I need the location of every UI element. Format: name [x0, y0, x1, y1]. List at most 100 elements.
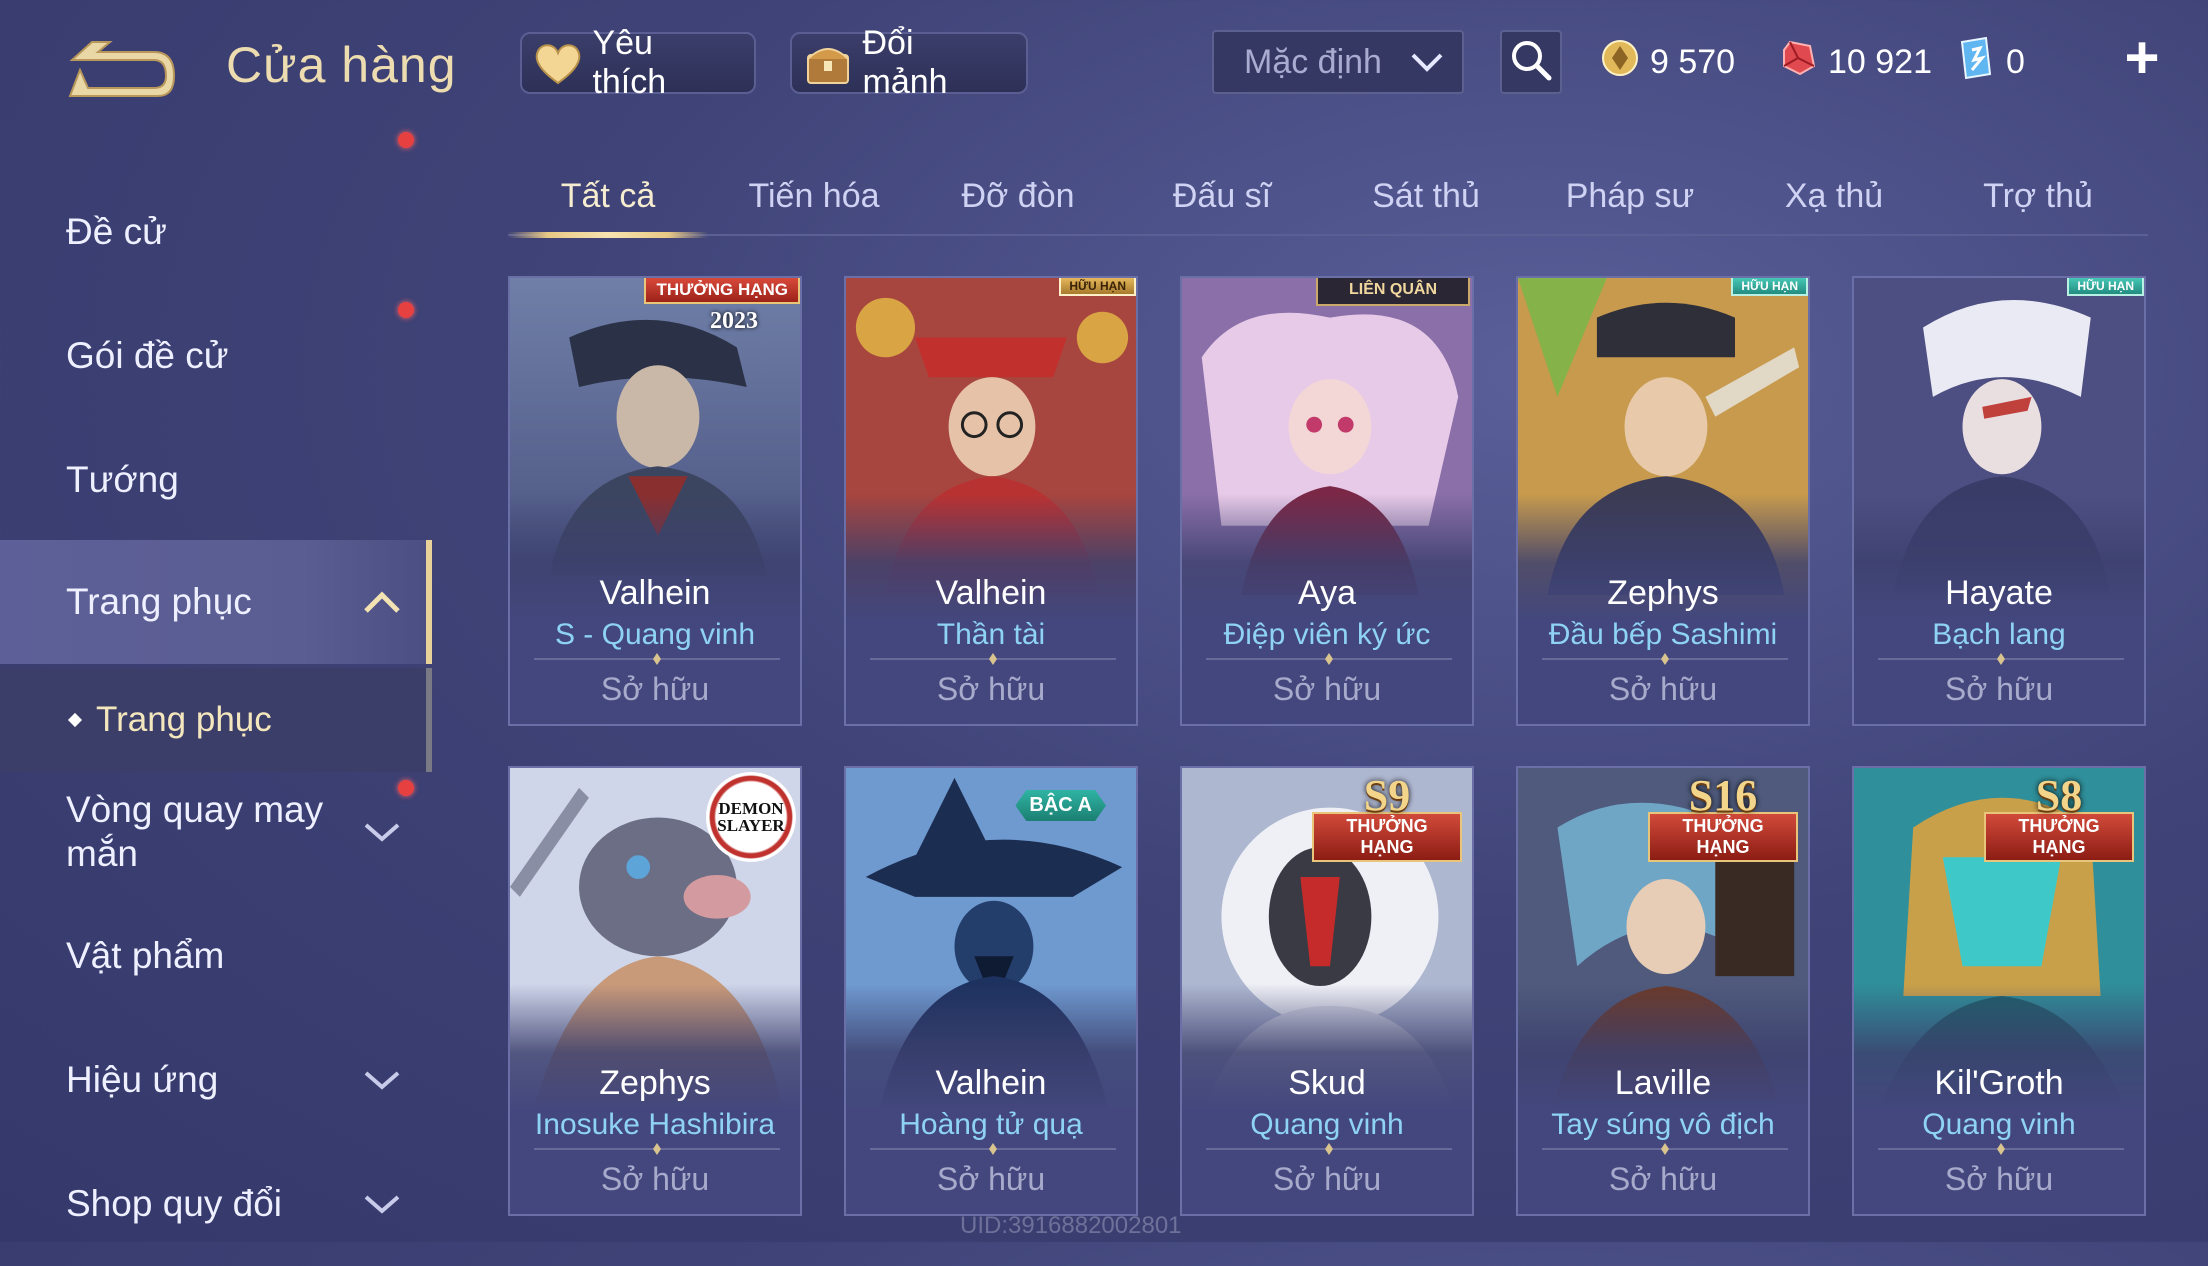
limited-badge: HỮU HẠN [2067, 278, 2144, 296]
voucher-currency: 0 [1956, 34, 2025, 90]
sidebar-item-items[interactable]: Vật phẩm [0, 894, 432, 1018]
tab-evolution[interactable]: Tiến hóa [714, 158, 914, 234]
hero-name: Skud [1288, 1064, 1366, 1102]
sidebar-item-skins[interactable]: Trang phục [0, 540, 432, 664]
owned-status: Sở hữu [600, 1161, 710, 1197]
chevron-up-icon [364, 591, 400, 613]
lien-quan-badge: LIÊN QUÂN [1316, 278, 1470, 306]
owned-status: Sở hữu [1608, 671, 1718, 707]
skin-name: S - Quang vinh [554, 618, 756, 651]
owned-status: Sở hữu [1944, 671, 2054, 707]
divider [1206, 653, 1452, 665]
favorite-label: Yêu thích [592, 24, 667, 101]
skin-card[interactable]: S9 THƯỞNG HẠNG Skud Quang vinh Sở hữu [1180, 766, 1474, 1216]
sidebar-subitem-skins[interactable]: Trang phục [0, 668, 432, 772]
sidebar-item-effects[interactable]: Hiệu ứng [0, 1018, 432, 1142]
hero-name: Zephys [1607, 574, 1719, 612]
hero-name: Laville [1614, 1064, 1712, 1102]
sidebar-item-exchange-shop[interactable]: Shop quy đổi [0, 1142, 432, 1266]
skin-name: Điệp viên ký ức [1223, 618, 1431, 651]
heart-icon [532, 36, 584, 90]
sidebar-item-label: Tướng [66, 459, 179, 500]
sidebar-item-label: Vòng quay may mắn [66, 789, 324, 874]
year-label: 2023 [710, 308, 758, 334]
season-reward-badge: S8 THƯỞNG HẠNG [1984, 774, 2134, 862]
search-button[interactable] [1500, 30, 1562, 94]
sort-value: Mặc định [1244, 42, 1382, 81]
tab-mage[interactable]: Pháp sư [1530, 158, 1730, 234]
tab-tank[interactable]: Đỡ đòn [918, 158, 1118, 234]
sidebar-item-label: Shop quy đổi [66, 1183, 283, 1224]
skin-name: Inosuke Hashibira [534, 1108, 776, 1141]
skin-card[interactable]: S16 THƯỞNG HẠNG Laville Tay súng vô địch… [1516, 766, 1810, 1216]
chevron-down-icon [364, 1071, 400, 1090]
hero-name: Zephys [599, 1064, 711, 1102]
hero-name: Valhein [935, 1064, 1047, 1102]
voucher-amount: 0 [2006, 42, 2025, 81]
divider [870, 1143, 1116, 1155]
rank-reward-badge: THƯỞNG HẠNG [644, 278, 800, 304]
divider [1878, 653, 2124, 665]
sort-dropdown[interactable]: Mặc định [1212, 30, 1464, 94]
skin-card[interactable]: HỮU HẠN Zephys Đầu bếp Sashimi Sở hữu [1516, 276, 1810, 726]
sidebar-item-heroes[interactable]: Tướng [0, 418, 432, 542]
divider [1878, 1143, 2124, 1155]
hero-name: Valhein [599, 574, 711, 612]
skin-name: Thần tài [936, 618, 1046, 651]
sidebar-item-featured[interactable]: Đề cử [0, 170, 432, 294]
season-reward-badge: S9 THƯỞNG HẠNG [1312, 774, 1462, 862]
top-bar: Cửa hàng Yêu thích Đổi mảnh Mặc định 9 5… [0, 0, 2208, 130]
diamond-bullet-icon [67, 712, 83, 728]
tab-assassin[interactable]: Sát thủ [1326, 158, 1526, 234]
voucher-icon [1956, 36, 1996, 89]
sidebar-item-label: Đề cử [66, 211, 167, 252]
chevron-down-icon [364, 823, 400, 842]
skin-card[interactable]: S8 THƯỞNG HẠNG Kil'Groth Quang vinh Sở h… [1852, 766, 2146, 1216]
tab-all[interactable]: Tất cả [508, 158, 708, 238]
skin-name: Quang vinh [1250, 1108, 1404, 1141]
skin-card[interactable]: DEMON SLAYER Zephys Inosuke Hashibira Sở… [508, 766, 802, 1216]
skin-name: Hoàng tử quạ [899, 1108, 1083, 1141]
skin-grid: THƯỞNG HẠNG 2023 Valhein S - Quang vinh … [508, 276, 2148, 1242]
favorite-button[interactable]: Yêu thích [520, 24, 756, 101]
sidebar-item-bundles[interactable]: Gói đề cử [0, 132, 432, 418]
divider [534, 653, 780, 665]
tab-fighter[interactable]: Đấu sĩ [1122, 158, 1322, 234]
divider [534, 1143, 780, 1155]
ruby-gem-icon [1778, 38, 1818, 87]
shard-chest-icon [802, 36, 855, 90]
shard-exchange-button[interactable]: Đổi mảnh [790, 24, 1028, 101]
season-reward-badge: S16 THƯỞNG HẠNG [1648, 774, 1798, 862]
notification-dot [398, 302, 414, 318]
tab-marksman[interactable]: Xạ thủ [1734, 158, 1934, 234]
owned-status: Sở hữu [936, 671, 1046, 707]
skin-card[interactable]: HỮU HẠN Valhein Thần tài Sở hữu [844, 276, 1138, 726]
category-tabs: Tất cả Tiến hóa Đỡ đòn Đấu sĩ Sát thủ Ph… [508, 158, 2148, 238]
skin-card[interactable]: THƯỞNG HẠNG 2023 Valhein S - Quang vinh … [508, 276, 802, 726]
divider [870, 653, 1116, 665]
limited-badge: HỮU HẠN [1059, 278, 1136, 296]
back-arrow-icon[interactable] [62, 30, 182, 108]
sidebar-subitem-label: Trang phục [96, 700, 272, 739]
hero-name: Valhein [935, 574, 1047, 612]
owned-status: Sở hữu [1944, 1161, 2054, 1197]
skin-name: Tay súng vô địch [1551, 1108, 1775, 1141]
sidebar-item-lucky-wheel[interactable]: Vòng quay may mắn [0, 770, 432, 894]
skin-card[interactable]: LIÊN QUÂN Aya Điệp viên ký ức Sở hữu [1180, 276, 1474, 726]
plus-icon: + [2124, 24, 2160, 91]
add-currency-button[interactable]: + [2116, 28, 2168, 88]
demon-slayer-badge: DEMON SLAYER [706, 772, 796, 862]
divider [1542, 1143, 1788, 1155]
rank-reward-label: THƯỞNG HẠNG [1312, 812, 1462, 862]
gold-coin-icon [1600, 38, 1640, 87]
skin-card[interactable]: HỮU HẠN Hayate Bạch lang Sở hữu [1852, 276, 2146, 726]
tab-support[interactable]: Trợ thủ [1938, 158, 2138, 234]
skin-card[interactable]: BẬC A Valhein Hoàng tử quạ Sở hữu [844, 766, 1138, 1216]
rank-reward-label: THƯỞNG HẠNG [1648, 812, 1798, 862]
skin-name: Đầu bếp Sashimi [1548, 618, 1778, 651]
sidebar-item-label: Trang phục [66, 581, 252, 622]
notification-dot [398, 780, 414, 796]
limited-badge: HỮU HẠN [1731, 278, 1808, 296]
chevron-down-icon [1410, 43, 1444, 82]
ruby-currency: 10 921 [1778, 34, 1932, 90]
